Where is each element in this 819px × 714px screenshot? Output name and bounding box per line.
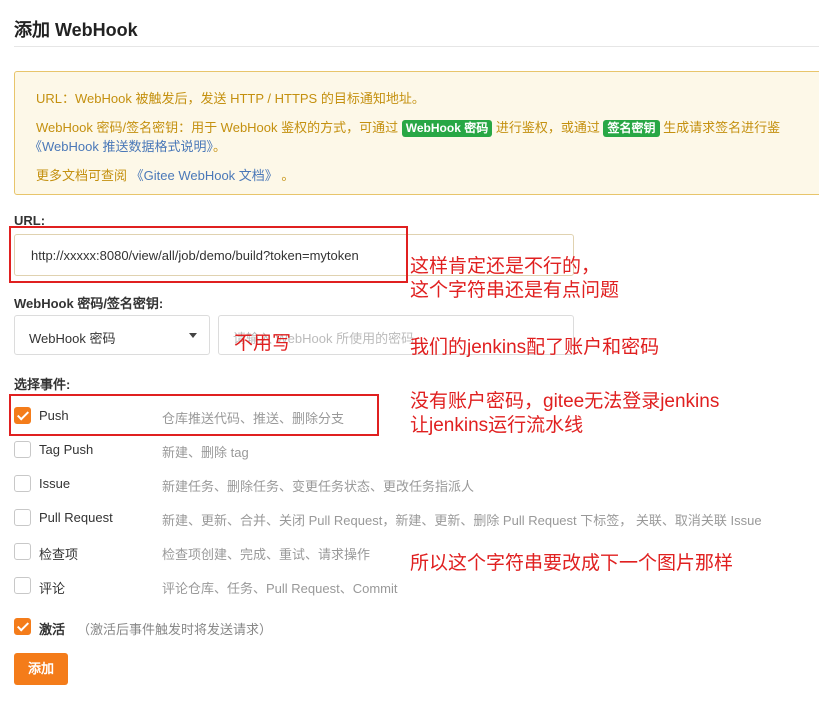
issue-checkbox[interactable] (14, 475, 31, 492)
caret-down-icon (189, 333, 197, 338)
format-doc-tail: 。 (212, 139, 226, 154)
notice-secret-line: WebHook 密码/签名密钥：用于 WebHook 鉴权的方式，可通过 Web… (36, 117, 780, 137)
notice-docs-prefix: 更多文档可查阅 (36, 168, 128, 183)
tag-push-checkbox[interactable] (14, 441, 31, 458)
page-title: 添加 WebHook (14, 20, 138, 40)
notice-secret-suffix: 生成请求签名进行鉴 (663, 120, 781, 135)
event-desc: 新建任务、删除任务、变更任务状态、更改任务指派人 (162, 479, 475, 494)
event-name: Pull Request (39, 510, 113, 525)
annotation-note-1: 这样肯定还是不行的， 这个字符串还是有点问题 (410, 255, 619, 303)
notice-format-line: 《WebHook 推送数据格式说明》。 (29, 136, 226, 155)
notice-docs-tail: 。 (281, 168, 295, 183)
secret-type-value: WebHook 密码 (29, 331, 116, 346)
event-desc: 新建、删除 tag (162, 445, 249, 460)
secret-type-select[interactable]: WebHook 密码 (14, 315, 210, 355)
events-label: 选择事件: (14, 377, 71, 392)
notice-url-line: URL：WebHook 被触发后，发送 HTTP / HTTPS 的目标通知地址… (36, 91, 425, 106)
tag-webhook-password: WebHook 密码 (401, 120, 493, 137)
event-name: Issue (39, 476, 71, 491)
event-name: Tag Push (39, 442, 94, 457)
event-desc: 评论仓库、任务、Pull Request、Commit (162, 581, 398, 596)
title-divider (14, 46, 819, 47)
annotation-note-3: 没有账户密码，gitee无法登录jenkins 让jenkins运行流水线 (410, 390, 719, 438)
tag-signature-key: 签名密钥 (603, 120, 660, 137)
annotation-box-url (9, 226, 408, 283)
annotation-note-1-line1: 这样肯定还是不行的， (410, 256, 601, 277)
annotation-note-4: 所以这个字符串要改成下一个图片那样 (410, 553, 734, 574)
notice-secret-mid: 进行鉴权，或通过 (495, 120, 600, 135)
comment-checkbox[interactable] (14, 577, 31, 594)
annotation-no-need: 不用写 (234, 333, 292, 354)
activate-label: 激活 (39, 622, 66, 637)
annotation-note-3-line1: 没有账户密码，gitee无法登录jenkins (410, 391, 720, 412)
event-desc: 检查项创建、完成、重试、请求操作 (162, 547, 371, 562)
event-name: 检查项 (39, 547, 79, 562)
annotation-note-2: 我们的jenkins配了账户和密码 (410, 337, 660, 358)
event-desc: 新建、更新、合并、关闭 Pull Request，新建、更新、删除 Pull R… (162, 513, 762, 528)
activate-hint: （激活后事件触发时将发送请求） (77, 622, 273, 637)
notice-secret-prefix: WebHook 密码/签名密钥：用于 WebHook 鉴权的方式，可通过 (36, 120, 399, 135)
info-notice: URL：WebHook 被触发后，发送 HTTP / HTTPS 的目标通知地址… (14, 71, 819, 195)
check-item-checkbox[interactable] (14, 543, 31, 560)
event-name: 评论 (39, 581, 66, 596)
pull-request-checkbox[interactable] (14, 509, 31, 526)
format-doc-link[interactable]: 《WebHook 推送数据格式说明》 (29, 139, 213, 154)
annotation-note-1-line2: 这个字符串还是有点问题 (410, 280, 620, 301)
notice-docs-line: 更多文档可查阅 《Gitee WebHook 文档》 。 (36, 165, 294, 184)
secret-label: WebHook 密码/签名密钥: (14, 296, 164, 311)
gitee-doc-link[interactable]: 《Gitee WebHook 文档》 (131, 168, 278, 183)
add-button[interactable]: 添加 (14, 653, 68, 685)
annotation-box-push (9, 394, 379, 436)
annotation-note-3-line2: 让jenkins运行流水线 (410, 415, 584, 436)
activate-checkbox[interactable] (14, 618, 31, 635)
